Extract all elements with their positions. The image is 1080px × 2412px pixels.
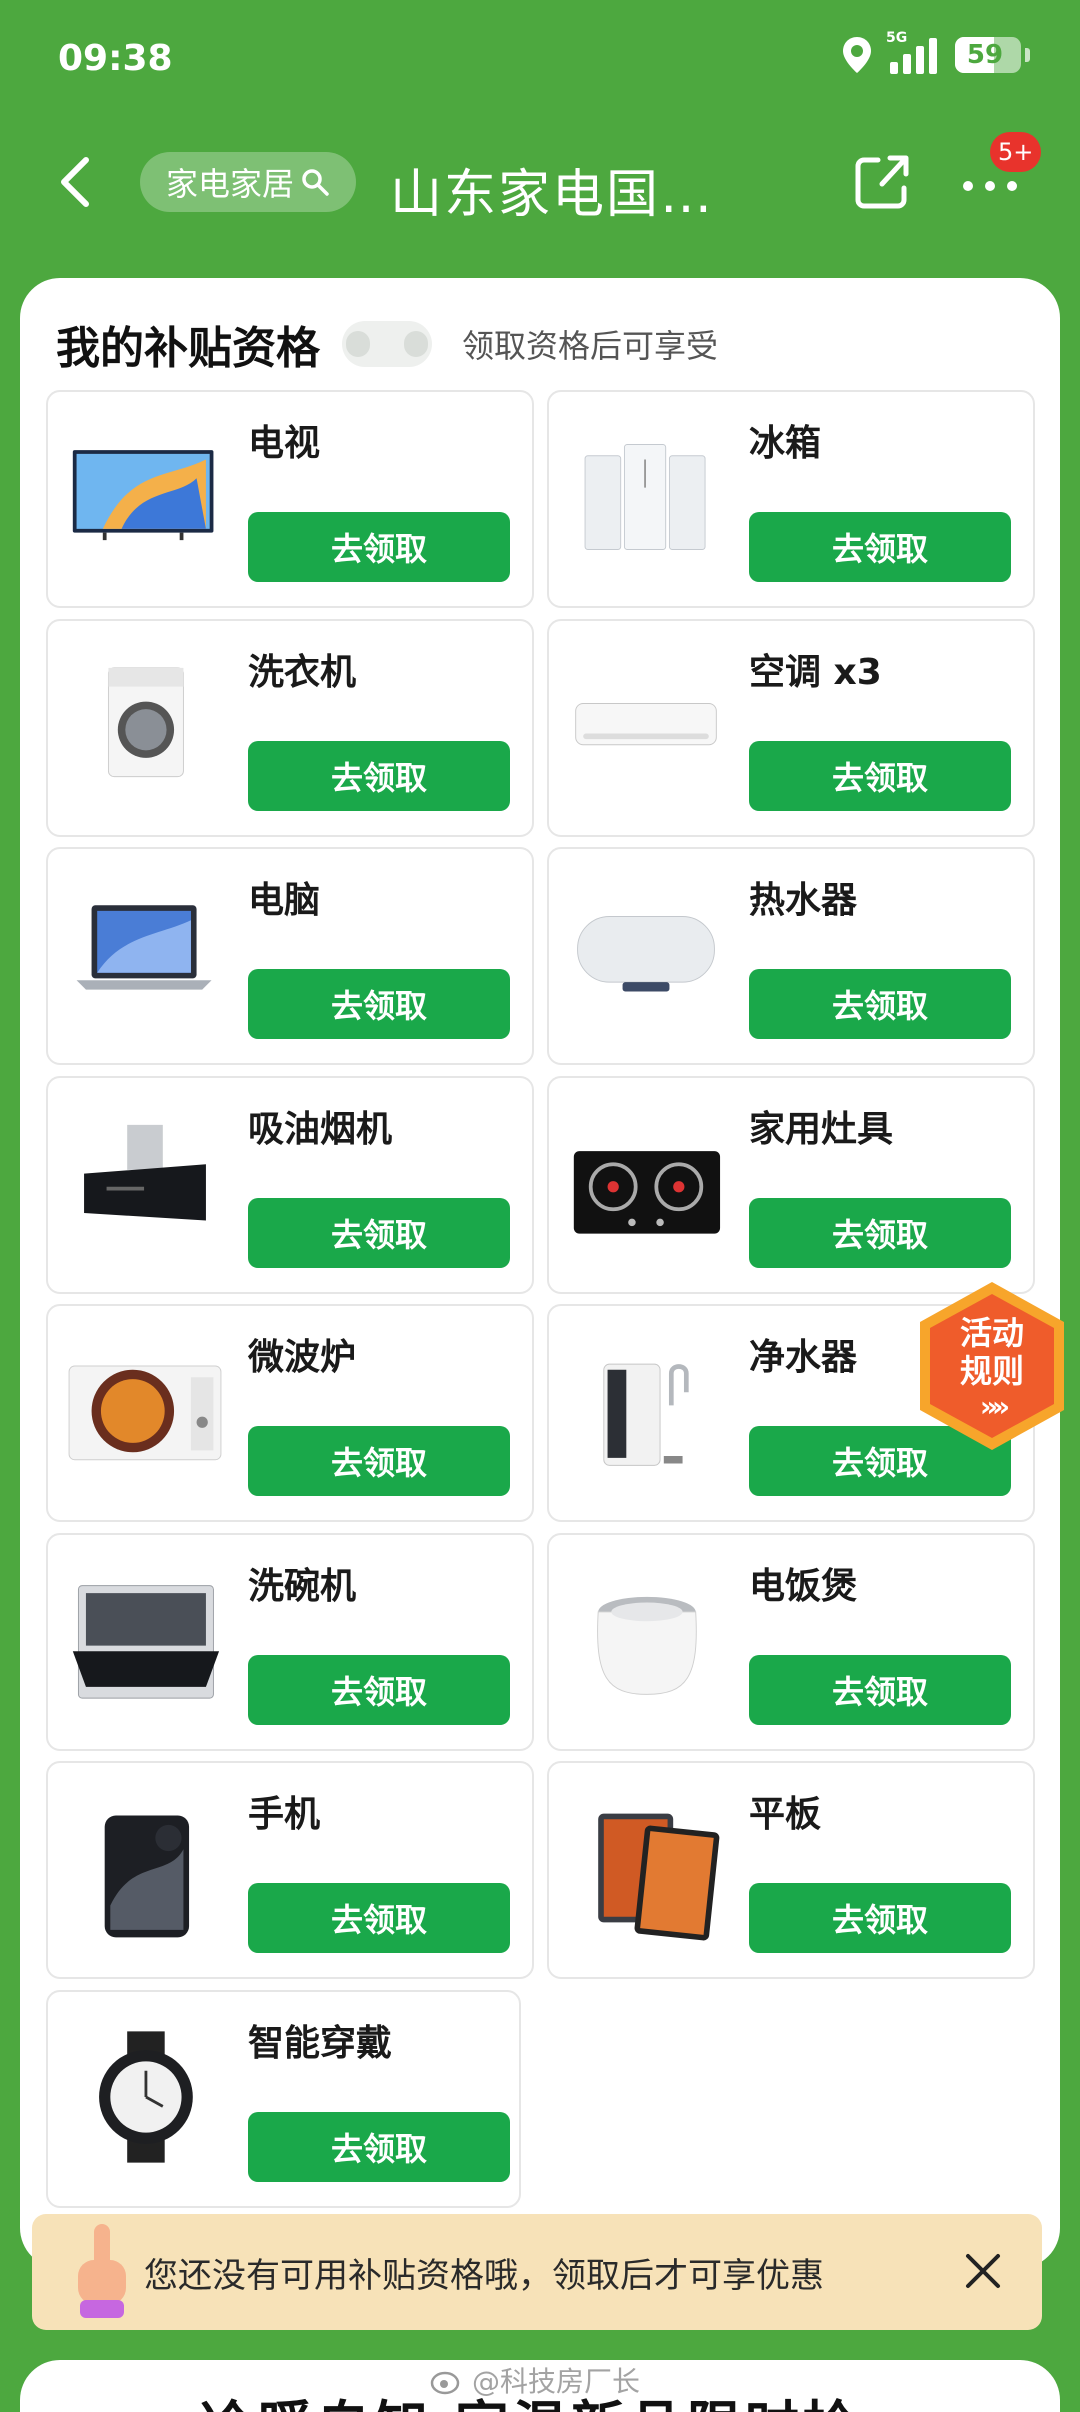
claim-button[interactable]: 去领取 [248, 969, 510, 1039]
appliance-card: 热水器 去领取 [547, 847, 1035, 1065]
appliance-name: 净水器 [749, 1337, 858, 1378]
battery-icon: 59 [955, 37, 1021, 73]
activity-rules-button[interactable]: 活动 规则 »» [912, 1278, 1072, 1454]
appliance-card: 吸油烟机 去领取 [46, 1076, 534, 1294]
location-icon [842, 36, 872, 74]
rules-text: 活动 规则 [912, 1314, 1072, 1390]
range-hood-icon [84, 1124, 206, 1221]
claim-button[interactable]: 去领取 [248, 1426, 510, 1496]
card-title: 我的补贴资格 [56, 323, 320, 374]
appliance-name: 吸油烟机 [248, 1109, 393, 1150]
toast-close-button[interactable] [962, 2250, 1004, 2292]
subsidy-card: 我的补贴资格 领取资格后可享受 电视 去领取 冰箱 去领取 洗衣机 去领取 空调 x3 去领取… [20, 278, 1060, 2268]
appliance-name: 手机 [248, 1794, 321, 1835]
weibo-icon [430, 2371, 460, 2395]
air-conditioner-icon [575, 703, 717, 746]
search-pill[interactable]: 家电家居 [140, 152, 356, 212]
claim-button[interactable]: 去领取 [248, 741, 510, 811]
refrigerator-icon [584, 444, 706, 550]
nav-bar: 家电家居 山东家电国… 5+ [0, 130, 1080, 230]
tablet-icon [598, 1813, 720, 1941]
search-label: 家电家居 [165, 165, 294, 203]
water-purifier-icon [603, 1363, 689, 1466]
search-icon [302, 169, 329, 196]
network-type: 5G [886, 30, 908, 46]
claim-button[interactable]: 去领取 [749, 1198, 1011, 1268]
microwave-icon [68, 1365, 222, 1461]
card-header: 我的补贴资格 领取资格后可享受 [56, 312, 718, 376]
claim-button[interactable]: 去领取 [749, 969, 1011, 1039]
claim-button[interactable]: 去领取 [248, 1198, 510, 1268]
phone-icon [104, 1815, 190, 1938]
gas-stove-icon [573, 1151, 721, 1234]
card-subtitle: 领取资格后可享受 [462, 327, 719, 365]
appliance-name: 冰箱 [749, 423, 822, 464]
appliance-name: 微波炉 [248, 1337, 357, 1378]
claim-button[interactable]: 去领取 [248, 2112, 510, 2182]
claim-button[interactable]: 去领取 [749, 512, 1011, 582]
page-title: 山东家电国… [390, 165, 715, 225]
tv-icon [72, 450, 214, 541]
appliance-card: 空调 x3 去领取 [547, 619, 1035, 837]
back-button[interactable] [52, 154, 102, 210]
battery-level: 59 [966, 40, 1004, 70]
claim-button[interactable]: 去领取 [749, 1655, 1011, 1725]
blurred-count [342, 321, 432, 367]
appliance-card: 电视 去领取 [46, 390, 534, 608]
watermark: @科技房厂长 [430, 2360, 640, 2400]
appliance-name: 电饭煲 [749, 1566, 858, 1607]
share-button[interactable] [852, 152, 912, 212]
signal-icon: 5G [886, 30, 937, 74]
appliance-card: 洗碗机 去领取 [46, 1533, 534, 1751]
appliance-name: 平板 [749, 1794, 822, 1835]
appliance-card: 电脑 去领取 [46, 847, 534, 1065]
claim-button[interactable]: 去领取 [749, 741, 1011, 811]
claim-button[interactable]: 去领取 [248, 512, 510, 582]
back-arrow-icon [61, 157, 89, 207]
status-time: 09:38 [58, 38, 173, 79]
appliance-card: 洗衣机 去领取 [46, 619, 534, 837]
appliance-name: 电脑 [248, 880, 321, 921]
appliance-card: 微波炉 去领取 [46, 1304, 534, 1522]
appliance-card: 智能穿戴 去领取 [46, 1990, 521, 2208]
toast-message: 您还没有可用补贴资格哦，领取后才可享优惠 [144, 2256, 824, 2296]
appliance-name: 电视 [248, 423, 321, 464]
appliance-name: 家用灶具 [749, 1109, 894, 1150]
rules-line2: 规则 [959, 1352, 1024, 1390]
pointing-hand-icon [78, 2224, 126, 2318]
claim-button[interactable]: 去领取 [248, 1655, 510, 1725]
appliance-name: 热水器 [749, 880, 858, 921]
claim-button[interactable]: 去领取 [749, 1883, 1011, 1953]
battery-tip [1025, 48, 1030, 62]
appliance-card: 家用灶具 去领取 [547, 1076, 1035, 1294]
status-bar: 09:38 5G 59 [0, 0, 1080, 120]
rules-arrows: »» [979, 1390, 1010, 1423]
appliance-name: 洗碗机 [248, 1566, 357, 1607]
dishwasher-icon [72, 1585, 220, 1699]
appliance-name: 空调 x3 [749, 652, 882, 693]
close-icon [966, 2254, 1000, 2288]
subsidy-toast: 您还没有可用补贴资格哦，领取后才可享优惠 [32, 2214, 1042, 2330]
notification-badge: 5+ [990, 132, 1042, 172]
appliance-card: 平板 去领取 [547, 1761, 1035, 1979]
smartwatch-icon [99, 2031, 193, 2163]
appliance-name: 洗衣机 [248, 652, 357, 693]
laptop-icon [76, 905, 212, 990]
rules-line1: 活动 [959, 1314, 1024, 1352]
appliance-card: 电饭煲 去领取 [547, 1533, 1035, 1751]
water-heater-icon [577, 916, 715, 992]
claim-button[interactable]: 去领取 [248, 1883, 510, 1953]
appliance-card: 手机 去领取 [46, 1761, 534, 1979]
watermark-text: @科技房厂长 [472, 2365, 641, 2398]
rice-cooker-icon [597, 1596, 697, 1695]
washing-machine-icon [107, 667, 184, 778]
appliance-card: 冰箱 去领取 [547, 390, 1035, 608]
share-icon [855, 155, 909, 209]
status-icons: 5G 59 [842, 30, 1030, 74]
appliance-name: 智能穿戴 [248, 2023, 393, 2064]
